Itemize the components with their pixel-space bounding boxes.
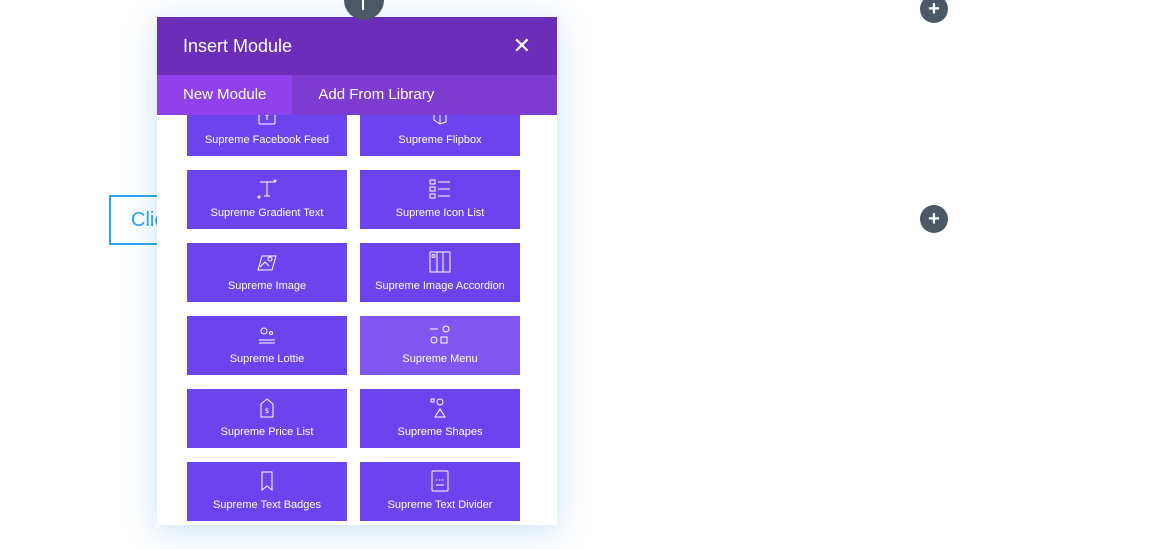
module-tile-image-accordion[interactable]: Supreme Image Accordion — [360, 243, 520, 302]
gradient-text-icon — [255, 177, 279, 201]
module-tile-flipbox[interactable]: Supreme Flipbox — [360, 115, 520, 156]
insert-module-modal: Insert Module ✕ New Module Add From Libr… — [157, 17, 557, 525]
image-icon — [255, 250, 279, 274]
icon-list-icon — [428, 177, 452, 201]
tab-add-from-library[interactable]: Add From Library — [292, 75, 460, 115]
module-tile-image[interactable]: Supreme Image — [187, 243, 347, 302]
close-icon[interactable]: ✕ — [513, 35, 531, 57]
modal-title: Insert Module — [183, 35, 293, 56]
module-label: Supreme Flipbox — [398, 134, 482, 146]
module-label: Supreme Image Accordion — [375, 280, 505, 292]
module-label: Supreme Gradient Text — [210, 207, 324, 219]
menu-icon — [428, 323, 452, 347]
module-tile-facebook-feed[interactable]: Supreme Facebook Feed — [187, 115, 347, 156]
module-label: Supreme Shapes — [397, 426, 483, 438]
facebook-feed-icon — [255, 115, 279, 128]
add-row-plus-icon[interactable]: + — [920, 205, 948, 233]
module-label: Supreme Price List — [220, 426, 314, 438]
text-divider-icon — [428, 469, 452, 493]
modal-tabs: New Module Add From Library — [157, 75, 557, 115]
module-label: Supreme Icon List — [395, 207, 485, 219]
module-list: Supreme Facebook Feed Supreme Flipbox Su… — [157, 115, 557, 525]
shapes-icon — [428, 396, 452, 420]
price-list-icon: $ — [255, 396, 279, 420]
module-tile-shapes[interactable]: Supreme Shapes — [360, 389, 520, 448]
module-tile-lottie[interactable]: Supreme Lottie — [187, 316, 347, 375]
module-tile-price-list[interactable]: $ Supreme Price List — [187, 389, 347, 448]
module-label: Supreme Menu — [402, 353, 478, 365]
text-badges-icon — [255, 469, 279, 493]
tab-new-module[interactable]: New Module — [157, 75, 293, 115]
module-tile-gradient-text[interactable]: Supreme Gradient Text — [187, 170, 347, 229]
svg-text:$: $ — [265, 407, 269, 415]
module-label: Supreme Facebook Feed — [204, 134, 330, 146]
modal-header: Insert Module ✕ — [157, 17, 557, 75]
module-label: Supreme Lottie — [229, 353, 305, 365]
module-tile-text-badges[interactable]: Supreme Text Badges — [187, 462, 347, 521]
module-label: Supreme Image — [227, 280, 307, 292]
lottie-icon — [255, 323, 279, 347]
image-accordion-icon — [428, 250, 452, 274]
module-tile-icon-list[interactable]: Supreme Icon List — [360, 170, 520, 229]
module-label: Supreme Text Divider — [387, 499, 493, 511]
add-section-plus-icon[interactable]: + — [920, 0, 948, 23]
module-tile-text-divider[interactable]: Supreme Text Divider — [360, 462, 520, 521]
module-tile-menu[interactable]: Supreme Menu — [360, 316, 520, 375]
module-label: Supreme Text Badges — [212, 499, 322, 511]
flipbox-icon — [428, 115, 452, 128]
